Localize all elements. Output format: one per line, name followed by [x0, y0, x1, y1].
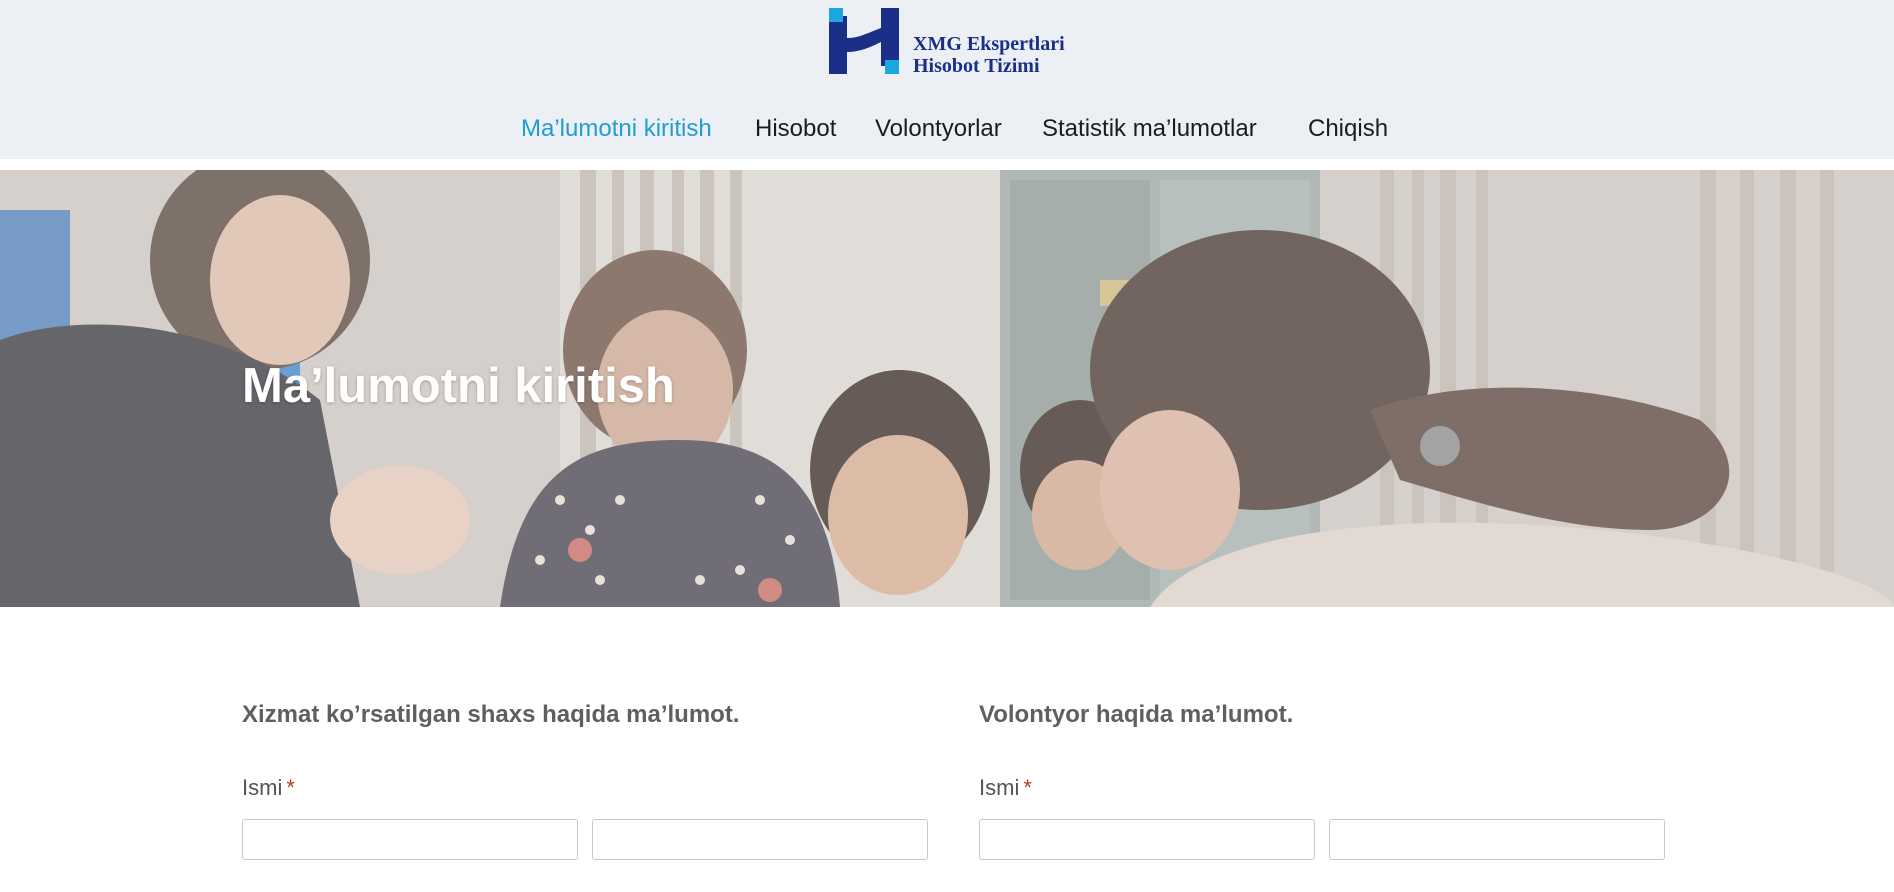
hero-banner: Ma’lumotni kiritish: [0, 170, 1894, 607]
site-header: XMG Ekspertlari Hisobot Tizimi Ma’lumotn…: [0, 0, 1894, 159]
volunteer-name-label-text: Ismi: [979, 775, 1020, 800]
volunteer-name-label: Ismi *: [979, 775, 1032, 801]
required-mark: *: [286, 775, 295, 800]
logo-mark-icon: [829, 8, 899, 74]
logo-text: XMG Ekspertlari Hisobot Tizimi: [913, 33, 1065, 77]
data-entry-form: Xizmat ko’rsatilgan shaxs haqida ma’lumo…: [0, 607, 1894, 892]
served-person-name-label-text: Ismi: [242, 775, 283, 800]
volunteer-first-name-input[interactable]: [979, 819, 1315, 860]
nav-item-report[interactable]: Hisobot: [755, 112, 836, 146]
logo-line-2: Hisobot Tizimi: [913, 55, 1040, 77]
nav-item-data-entry[interactable]: Ma’lumotni kiritish: [521, 112, 712, 146]
nav-item-statistics[interactable]: Statistik ma’lumotlar: [1042, 112, 1257, 146]
served-person-last-name-input[interactable]: [592, 819, 928, 860]
volunteer-title: Volontyor haqida ma’lumot.: [979, 701, 1294, 728]
main-nav: Ma’lumotni kiritish Hisobot Volontyorlar…: [0, 112, 1894, 146]
served-person-first-name-input[interactable]: [242, 819, 578, 860]
page-title: Ma’lumotni kiritish: [242, 359, 675, 413]
served-person-title: Xizmat ko’rsatilgan shaxs haqida ma’lumo…: [242, 701, 740, 728]
logo-line-1: XMG Ekspertlari: [913, 33, 1065, 55]
nav-item-logout[interactable]: Chiqish: [1308, 112, 1388, 146]
required-mark: *: [1023, 775, 1032, 800]
served-person-name-label: Ismi *: [242, 775, 295, 801]
site-logo[interactable]: XMG Ekspertlari Hisobot Tizimi: [829, 8, 1081, 77]
volunteer-last-name-input[interactable]: [1329, 819, 1665, 860]
nav-item-volunteers[interactable]: Volontyorlar: [875, 112, 1002, 146]
